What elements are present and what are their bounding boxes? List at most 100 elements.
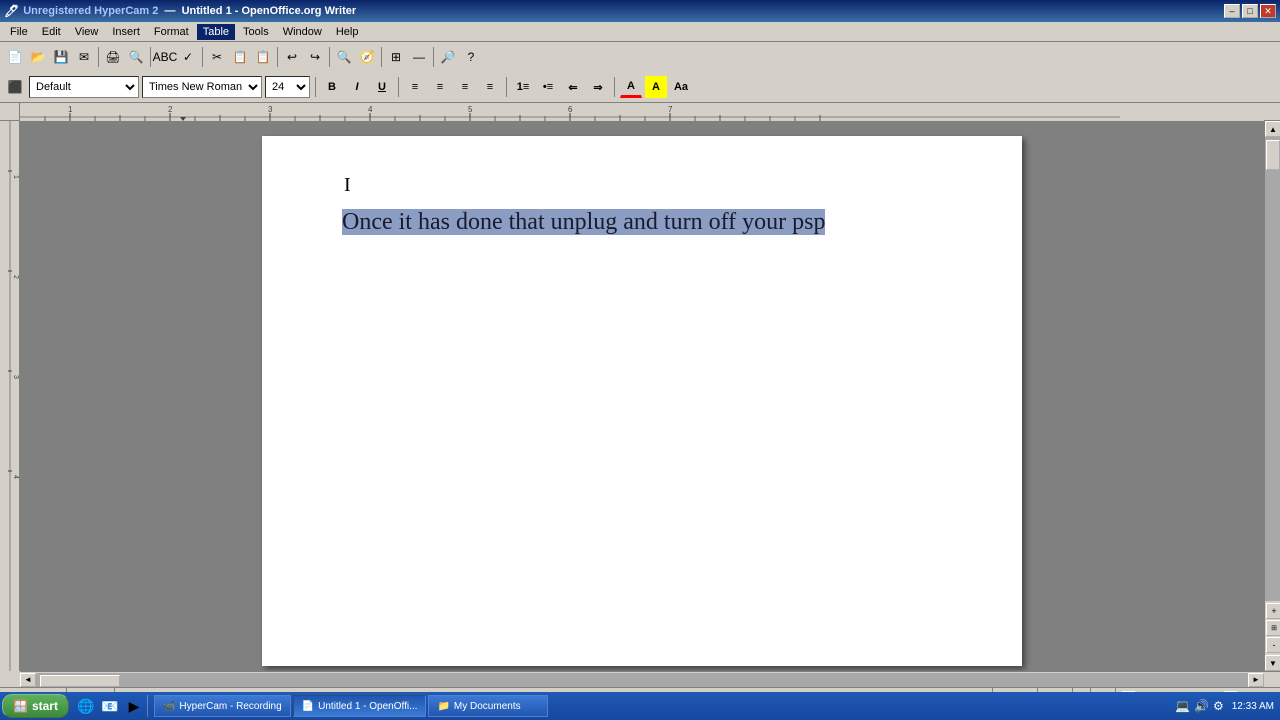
save-button[interactable]: 💾 [50, 46, 72, 68]
autocorrect-button[interactable]: ✓ [177, 46, 199, 68]
scroll-thumb[interactable] [1266, 140, 1280, 170]
find-button[interactable]: 🔍 [333, 46, 355, 68]
taskbar-mydocs[interactable]: 📁 My Documents [428, 695, 548, 717]
title-bar: 🖊 Unregistered HyperCam 2 — Untitled 1 -… [0, 0, 1280, 22]
bold-button[interactable]: B [321, 76, 343, 98]
menu-view[interactable]: View [69, 24, 105, 40]
close-button[interactable]: ✕ [1260, 4, 1276, 18]
scroll-down-button[interactable]: ▼ [1265, 655, 1280, 671]
paragraph-style-picker[interactable]: ⬛ [4, 76, 26, 98]
ruler-svg: 1 2 3 4 5 6 7 [20, 103, 1264, 121]
zoom-button[interactable]: 🔎 [437, 46, 459, 68]
sep4 [277, 47, 278, 67]
menu-insert[interactable]: Insert [106, 24, 146, 40]
print-button[interactable]: 🖨 [102, 46, 124, 68]
svg-text:7: 7 [668, 105, 673, 114]
cut-button[interactable]: ✂ [206, 46, 228, 68]
redo-button[interactable]: ↪ [304, 46, 326, 68]
bullet-list-button[interactable]: •≡ [537, 76, 559, 98]
paragraph-style-dropdown[interactable]: Default [29, 76, 139, 98]
svg-text:6: 6 [568, 105, 573, 114]
main-content: 1 2 3 4 I Once it has done that unplug a… [0, 121, 1280, 671]
font-color-button[interactable]: A [620, 76, 642, 98]
email-button[interactable]: ✉ [73, 46, 95, 68]
align-justify-button[interactable]: ≡ [479, 76, 501, 98]
horizontal-scrollbar[interactable]: ◄ ► [20, 671, 1280, 687]
taskbar-mydocs-label: My Documents [454, 701, 521, 712]
app-icon: 🖊 [4, 4, 19, 18]
svg-text:2: 2 [12, 275, 19, 279]
hscroll-track[interactable] [36, 673, 1248, 687]
navigator-button[interactable]: 🧭 [356, 46, 378, 68]
underline-button[interactable]: U [371, 76, 393, 98]
align-right-button[interactable]: ≡ [454, 76, 476, 98]
spellcheck-button[interactable]: ABC [154, 46, 176, 68]
taskbar-hypercam-icon: 📹 [163, 701, 175, 712]
ql-ie[interactable]: 🌐 [75, 695, 97, 717]
scroll-track[interactable] [1265, 137, 1280, 601]
menu-help[interactable]: Help [330, 24, 365, 40]
menu-window[interactable]: Window [277, 24, 328, 40]
zoom-view-button[interactable]: ⊞ [1266, 620, 1280, 636]
numbered-list-button[interactable]: 1≡ [512, 76, 534, 98]
window-title: Untitled 1 - OpenOffice.org Writer [182, 5, 357, 17]
start-button[interactable]: 🪟 start [2, 694, 69, 718]
print-preview-button[interactable]: 🔍 [125, 46, 147, 68]
menu-table[interactable]: Table [197, 24, 235, 40]
italic-button[interactable]: I [346, 76, 368, 98]
ql-outlook[interactable]: 📧 [99, 695, 121, 717]
start-icon: 🪟 [13, 699, 28, 713]
scroll-up-button[interactable]: ▲ [1265, 121, 1280, 137]
minimize-button[interactable]: – [1224, 4, 1240, 18]
align-center-button[interactable]: ≡ [429, 76, 451, 98]
quick-launch: 🌐 📧 ▶ [75, 695, 148, 717]
hline-button[interactable]: — [408, 46, 430, 68]
char-format-button[interactable]: Aa [670, 76, 692, 98]
maximize-button[interactable]: □ [1242, 4, 1258, 18]
horizontal-ruler: 1 2 3 4 5 6 7 [20, 103, 1264, 121]
taskbar-hypercam-label: HyperCam - Recording [179, 701, 281, 712]
svg-text:3: 3 [268, 105, 273, 114]
ql-separator [147, 695, 148, 717]
text-block[interactable]: Once it has done that unplug and turn of… [342, 206, 942, 240]
taskbar-hypercam[interactable]: 📹 HyperCam - Recording [154, 695, 291, 717]
table-button[interactable]: ⊞ [385, 46, 407, 68]
svg-text:2: 2 [168, 105, 173, 114]
ruler-scroll-corner [1264, 103, 1280, 120]
menu-bar: File Edit View Insert Format Table Tools… [0, 22, 1280, 42]
highlight-button[interactable]: A [645, 76, 667, 98]
taskbar-mydocs-icon: 📁 [437, 701, 449, 712]
paste-button[interactable]: 📋 [252, 46, 274, 68]
taskbar-writer[interactable]: 📄 Untitled 1 - OpenOffi... [293, 695, 427, 717]
title-bar-left: 🖊 Unregistered HyperCam 2 — Untitled 1 -… [4, 4, 356, 18]
svg-text:1: 1 [68, 105, 73, 114]
zoom-out-side-button[interactable]: - [1266, 637, 1280, 653]
ql-media[interactable]: ▶ [123, 695, 145, 717]
menu-edit[interactable]: Edit [36, 24, 67, 40]
sep10 [506, 77, 507, 97]
new-button[interactable]: 📄 [4, 46, 26, 68]
zoom-in-side-button[interactable]: + [1266, 603, 1280, 619]
scroll-right-button[interactable]: ► [1248, 673, 1264, 687]
help-button[interactable]: ? [460, 46, 482, 68]
ruler-container: 1 2 3 4 5 6 7 [0, 103, 1280, 121]
font-name-dropdown[interactable]: Times New Roman [142, 76, 262, 98]
font-size-dropdown[interactable]: 24 [265, 76, 310, 98]
menu-tools[interactable]: Tools [237, 24, 275, 40]
document-area[interactable]: I Once it has done that unplug and turn … [20, 121, 1264, 671]
menu-file[interactable]: File [4, 24, 34, 40]
vertical-scrollbar[interactable]: ▲ + ⊞ - ▼ [1264, 121, 1280, 671]
undo-button[interactable]: ↩ [281, 46, 303, 68]
menu-format[interactable]: Format [148, 24, 195, 40]
align-left-button[interactable]: ≡ [404, 76, 426, 98]
svg-text:1: 1 [12, 175, 19, 179]
hscroll-thumb[interactable] [40, 675, 120, 687]
open-button[interactable]: 📂 [27, 46, 49, 68]
tray-icon-volume: 🔊 [1194, 699, 1209, 713]
toolbar-area: 📄 📂 💾 ✉ 🖨 🔍 ABC ✓ ✂ 📋 📋 ↩ ↪ 🔍 🧭 ⊞ — 🔎 ? … [0, 42, 1280, 103]
indent-increase-button[interactable]: ⇒ [587, 76, 609, 98]
indent-decrease-button[interactable]: ⇐ [562, 76, 584, 98]
copy-button[interactable]: 📋 [229, 46, 251, 68]
svg-text:3: 3 [12, 375, 19, 379]
scroll-left-button[interactable]: ◄ [20, 673, 36, 687]
